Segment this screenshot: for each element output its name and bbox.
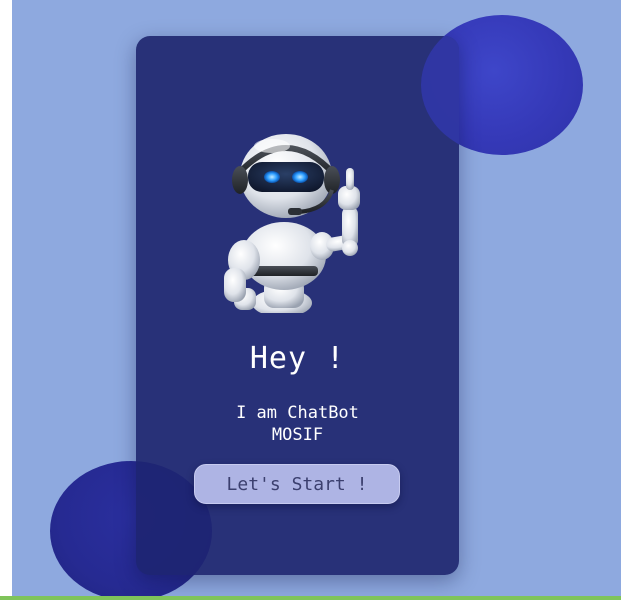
welcome-card: Hey ! I am ChatBot MOSIF Let's Start ! <box>136 36 459 575</box>
chatbot-intro-text: I am ChatBot MOSIF <box>136 402 459 446</box>
greeting-heading: Hey ! <box>249 341 346 376</box>
app-background: Hey ! I am ChatBot MOSIF Let's Start ! <box>12 0 621 597</box>
intro-line-1: I am ChatBot <box>236 403 359 423</box>
intro-line-2: MOSIF <box>271 425 324 445</box>
bottom-accent-bar <box>0 596 621 600</box>
card-overlay-circle-top <box>421 36 459 155</box>
robot-mascot-icon <box>224 134 360 313</box>
lets-start-button[interactable]: Let's Start ! <box>194 464 400 504</box>
